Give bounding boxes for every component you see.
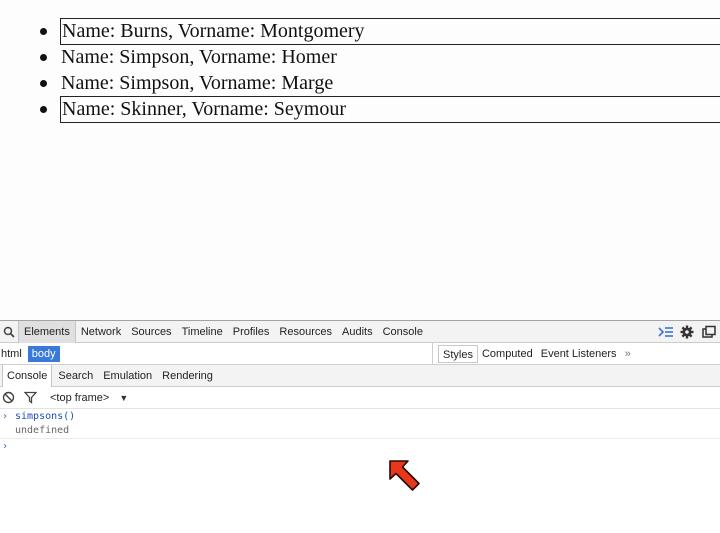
devtools-controls [658,321,720,343]
tab-profiles[interactable]: Profiles [228,321,275,343]
list-item: Name: Burns, Vorname: Montgomery [36,18,720,45]
tab-styles[interactable]: Styles [438,345,478,363]
devtools-panel: Elements Network Sources Timeline Profil… [0,320,720,533]
list-item: Name: Skinner, Vorname: Seymour [36,96,720,123]
console-result: undefined [15,425,70,436]
clear-console-icon[interactable] [2,391,16,405]
console-output[interactable]: › simpsons() undefined › [0,409,720,454]
prompt-icon: › [2,441,9,452]
drawer-tab-search[interactable]: Search [54,365,97,387]
gear-icon[interactable] [680,325,694,339]
tab-audits[interactable]: Audits [337,321,378,343]
tab-console[interactable]: Console [378,321,428,343]
drawer-tab-rendering[interactable]: Rendering [158,365,217,387]
tab-elements[interactable]: Elements [18,320,76,343]
show-drawer-icon[interactable] [658,325,673,339]
elements-breadcrumb-row: html body Styles Computed Event Listener… [0,343,720,365]
tab-computed[interactable]: Computed [478,345,537,363]
undock-icon[interactable] [702,325,716,339]
console-input-message: › simpsons() [0,409,720,424]
devtools-tabbar: Elements Network Sources Timeline Profil… [0,320,720,343]
console-prompt-input[interactable]: › [0,438,720,454]
drawer-tabbar: Console Search Emulation Rendering [0,364,720,387]
filter-icon[interactable] [23,391,38,405]
console-command: simpsons() [15,411,76,422]
list-item: Name: Simpson, Vorname: Homer [36,44,720,70]
page-viewport: Name: Burns, Vorname: Montgomery Name: S… [0,0,720,320]
list-item: Name: Simpson, Vorname: Marge [36,70,720,96]
console-result-message: undefined [0,424,720,438]
search-icon[interactable] [0,321,18,343]
console-toolbar: <top frame> ▼ [0,387,720,409]
tab-timeline[interactable]: Timeline [177,321,228,343]
prompt-icon: › [2,411,9,422]
drawer-tab-console[interactable]: Console [2,364,53,387]
tab-sources[interactable]: Sources [126,321,176,343]
tab-network[interactable]: Network [76,321,126,343]
pointer-arrow-icon [388,459,422,498]
chevron-down-icon[interactable]: ▼ [119,393,128,403]
tab-event-listeners[interactable]: Event Listeners [537,345,621,363]
breadcrumb-body[interactable]: body [27,345,60,362]
more-tabs-icon[interactable]: » [621,348,631,360]
sidebar-tabs: Styles Computed Event Listeners » [432,343,631,365]
frame-selector[interactable]: <top frame> [50,392,109,404]
tab-resources[interactable]: Resources [274,321,337,343]
simpsons-list: Name: Burns, Vorname: Montgomery Name: S… [36,18,720,123]
breadcrumb-html[interactable]: html [0,346,26,362]
drawer-tab-emulation[interactable]: Emulation [99,365,156,387]
